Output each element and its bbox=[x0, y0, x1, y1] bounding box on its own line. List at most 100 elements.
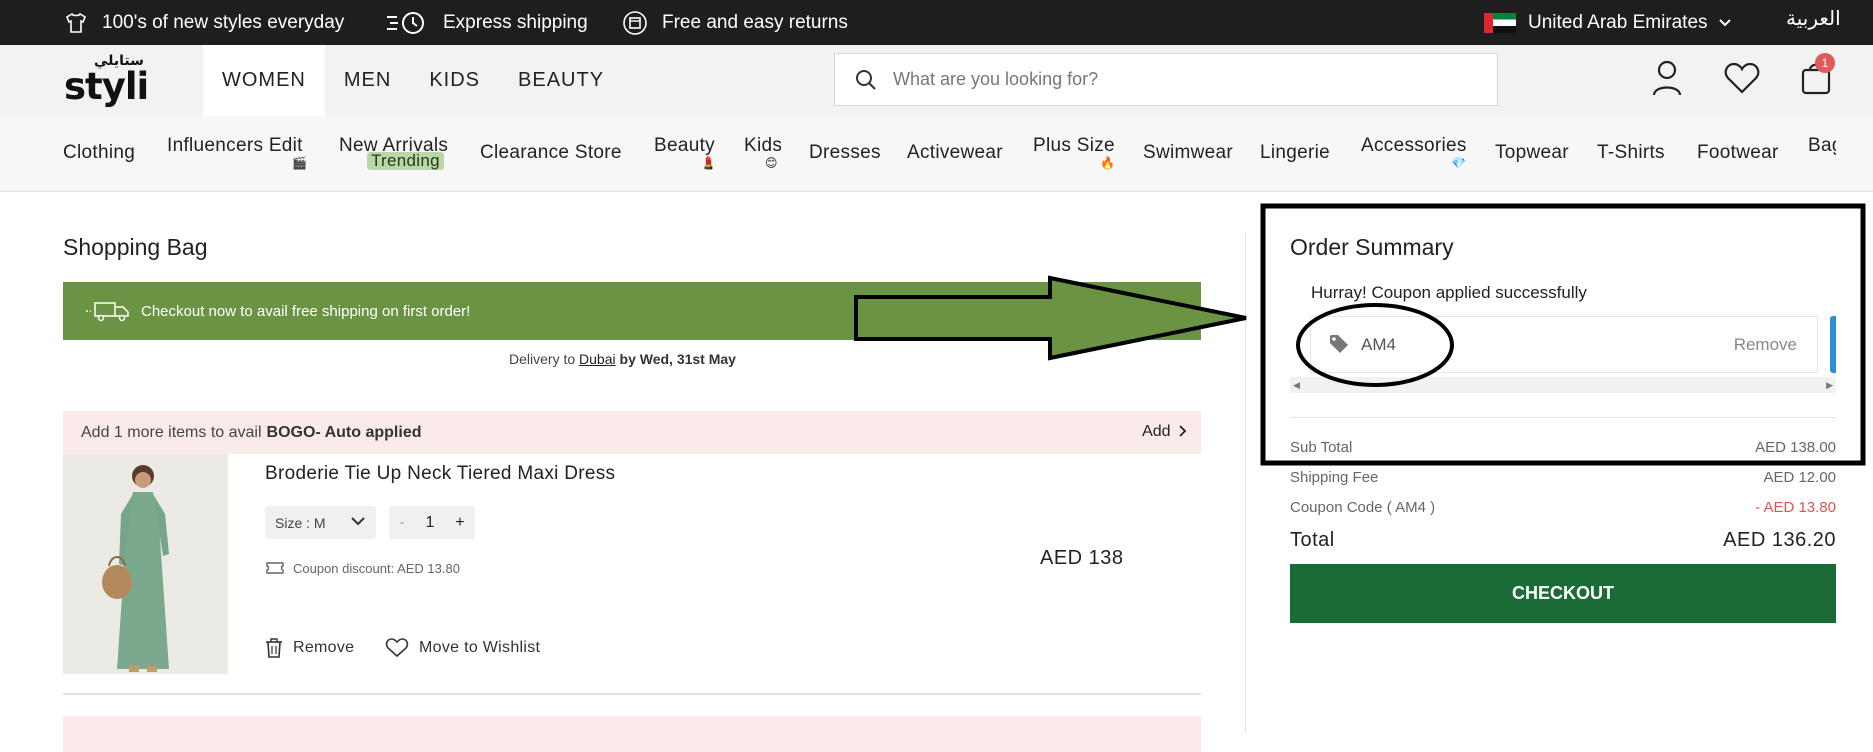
chevron-down-icon bbox=[351, 517, 365, 526]
shipping-fee-value: AED 12.00 bbox=[1763, 469, 1836, 486]
tab-beauty[interactable]: BEAUTY bbox=[499, 45, 623, 116]
chevron-down-icon bbox=[1718, 18, 1731, 26]
coupon-scrollbar[interactable]: ◀ ▶ bbox=[1290, 377, 1836, 393]
smiley-icon: 😊 bbox=[765, 156, 778, 170]
category-label: Swimwear bbox=[1143, 142, 1234, 163]
category-label: Clearance Store bbox=[480, 142, 622, 163]
category-bags[interactable]: Bag bbox=[1808, 116, 1836, 192]
bogo-add-label: Add bbox=[1142, 423, 1171, 440]
quantity-increase-button[interactable]: + bbox=[455, 514, 464, 532]
column-separator bbox=[1245, 232, 1246, 732]
remove-item-button[interactable]: Remove bbox=[265, 638, 354, 658]
trash-icon bbox=[266, 638, 282, 658]
category-label: Beauty bbox=[654, 135, 715, 156]
delivery-city-link[interactable]: Dubai bbox=[579, 351, 616, 367]
summary-divider bbox=[1290, 417, 1836, 418]
shopping-bag-title: Shopping Bag bbox=[63, 234, 208, 260]
applied-coupon-box: AM4 Remove bbox=[1310, 316, 1818, 373]
clock-speed-icon bbox=[387, 11, 424, 34]
category-label: Topwear bbox=[1495, 142, 1569, 163]
dress-photo bbox=[63, 454, 228, 674]
subtotal-label: Sub Total bbox=[1290, 439, 1353, 456]
wishlist-heart-icon[interactable] bbox=[1724, 62, 1760, 94]
total-value: AED 136.20 bbox=[1723, 529, 1836, 551]
wishlist-label: Move to Wishlist bbox=[419, 639, 541, 656]
promo-free-returns-text: Free and easy returns bbox=[662, 11, 848, 33]
logo-text: styli bbox=[64, 65, 149, 108]
next-coupon-card[interactable] bbox=[1830, 316, 1836, 373]
coupon-code: AM4 bbox=[1361, 335, 1396, 354]
remove-label: Remove bbox=[293, 639, 355, 656]
order-summary-title: Order Summary bbox=[1290, 234, 1454, 260]
total-row: Total AED 136.20 bbox=[1290, 529, 1836, 552]
category-label: Bag bbox=[1808, 135, 1836, 156]
country-name: United Arab Emirates bbox=[1528, 11, 1708, 33]
bogo-text: Add 1 more items to avail bbox=[81, 423, 262, 441]
category-label: Influencers Edit bbox=[167, 135, 303, 156]
styli-logo[interactable]: ستايلي styli bbox=[64, 52, 154, 110]
department-tabs: WOMEN MEN KIDS BEAUTY bbox=[203, 45, 623, 116]
category-label: Lingerie bbox=[1260, 142, 1331, 163]
promo-express-shipping: Express shipping bbox=[385, 0, 588, 45]
remove-coupon-button[interactable]: Remove bbox=[1734, 335, 1797, 355]
move-to-wishlist-button[interactable]: Move to Wishlist bbox=[385, 638, 540, 658]
heart-icon bbox=[385, 638, 409, 658]
coupon-success-message: Hurray! Coupon applied successfully bbox=[1311, 283, 1587, 302]
free-shipping-banner: Checkout now to avail free shipping on f… bbox=[63, 282, 1201, 340]
fire-icon: 🔥 bbox=[1100, 156, 1116, 170]
coupon-discount-text: Coupon discount: AED 13.80 bbox=[293, 560, 460, 576]
scroll-right-icon[interactable]: ▶ bbox=[1826, 380, 1833, 391]
language-switch[interactable]: العربية bbox=[1786, 6, 1841, 31]
shipping-fee-row: Shipping Fee AED 12.00 bbox=[1290, 469, 1836, 486]
promo-express-shipping-text: Express shipping bbox=[443, 11, 588, 33]
shipping-fee-label: Shipping Fee bbox=[1290, 469, 1379, 486]
bogo-add-link[interactable]: Add bbox=[1142, 423, 1187, 441]
country-selector[interactable]: United Arab Emirates bbox=[1484, 0, 1732, 45]
category-label: Kids bbox=[744, 135, 783, 156]
tab-men[interactable]: MEN bbox=[325, 45, 410, 116]
bogo-offer-bar: Add 1 more items to avail BOGO- Auto app… bbox=[63, 411, 1201, 454]
lipstick-icon: 💄 bbox=[701, 156, 717, 170]
free-shipping-text: Checkout now to avail free shipping on f… bbox=[141, 302, 471, 320]
top-promo-bar: 100's of new styles everyday Express shi… bbox=[0, 0, 1873, 45]
next-offer-bar bbox=[63, 716, 1201, 752]
tab-kids[interactable]: KIDS bbox=[410, 45, 499, 116]
tshirt-icon bbox=[66, 12, 86, 33]
clapper-icon: 🎬 bbox=[292, 156, 308, 170]
tab-women[interactable]: WOMEN bbox=[203, 45, 325, 116]
coupon-code-value: - AED 13.80 bbox=[1755, 499, 1836, 516]
coupon-discount-note: Coupon discount: AED 13.80 bbox=[265, 560, 460, 576]
scroll-left-icon[interactable]: ◀ bbox=[1293, 380, 1300, 391]
category-label: Clothing bbox=[63, 142, 136, 163]
delivery-truck-icon bbox=[86, 302, 129, 322]
bogo-offer-name: BOGO- Auto applied bbox=[266, 423, 422, 441]
trending-tag: Trending bbox=[367, 152, 444, 170]
category-label: T-Shirts bbox=[1597, 142, 1665, 163]
size-select[interactable]: Size : M bbox=[265, 506, 376, 539]
coupon-code-row: Coupon Code ( AM4 ) - AED 13.80 bbox=[1290, 499, 1836, 516]
return-box-icon bbox=[623, 10, 647, 35]
product-name[interactable]: Broderie Tie Up Neck Tiered Maxi Dress bbox=[265, 463, 615, 485]
category-label: Activewear bbox=[907, 142, 1003, 163]
promo-new-styles: 100's of new styles everyday bbox=[64, 0, 344, 45]
chevron-right-icon bbox=[1179, 425, 1187, 437]
quantity-stepper: - 1 + bbox=[389, 506, 475, 539]
search-input[interactable] bbox=[893, 69, 1453, 90]
user-icon[interactable] bbox=[1651, 59, 1683, 97]
total-label: Total bbox=[1290, 529, 1335, 551]
item-divider bbox=[63, 693, 1201, 695]
search-bar[interactable] bbox=[834, 53, 1498, 106]
tag-icon bbox=[1330, 335, 1348, 353]
subtotal-value: AED 138.00 bbox=[1755, 439, 1836, 456]
category-label: Dresses bbox=[809, 142, 881, 163]
coupon-code-label: Coupon Code ( AM4 ) bbox=[1290, 499, 1436, 516]
product-image[interactable] bbox=[63, 454, 228, 674]
gem-icon: 💎 bbox=[1451, 156, 1467, 170]
checkout-button[interactable]: CHECKOUT bbox=[1290, 564, 1836, 623]
main-header: ستايلي styli WOMEN MEN KIDS BEAUTY 1 bbox=[0, 45, 1873, 116]
category-label: Footwear bbox=[1697, 142, 1779, 163]
category-label: Accessories bbox=[1361, 135, 1467, 156]
delivery-date: by Wed, 31st May bbox=[619, 351, 736, 367]
quantity-decrease-button[interactable]: - bbox=[399, 514, 404, 532]
promo-new-styles-text: 100's of new styles everyday bbox=[102, 11, 345, 33]
